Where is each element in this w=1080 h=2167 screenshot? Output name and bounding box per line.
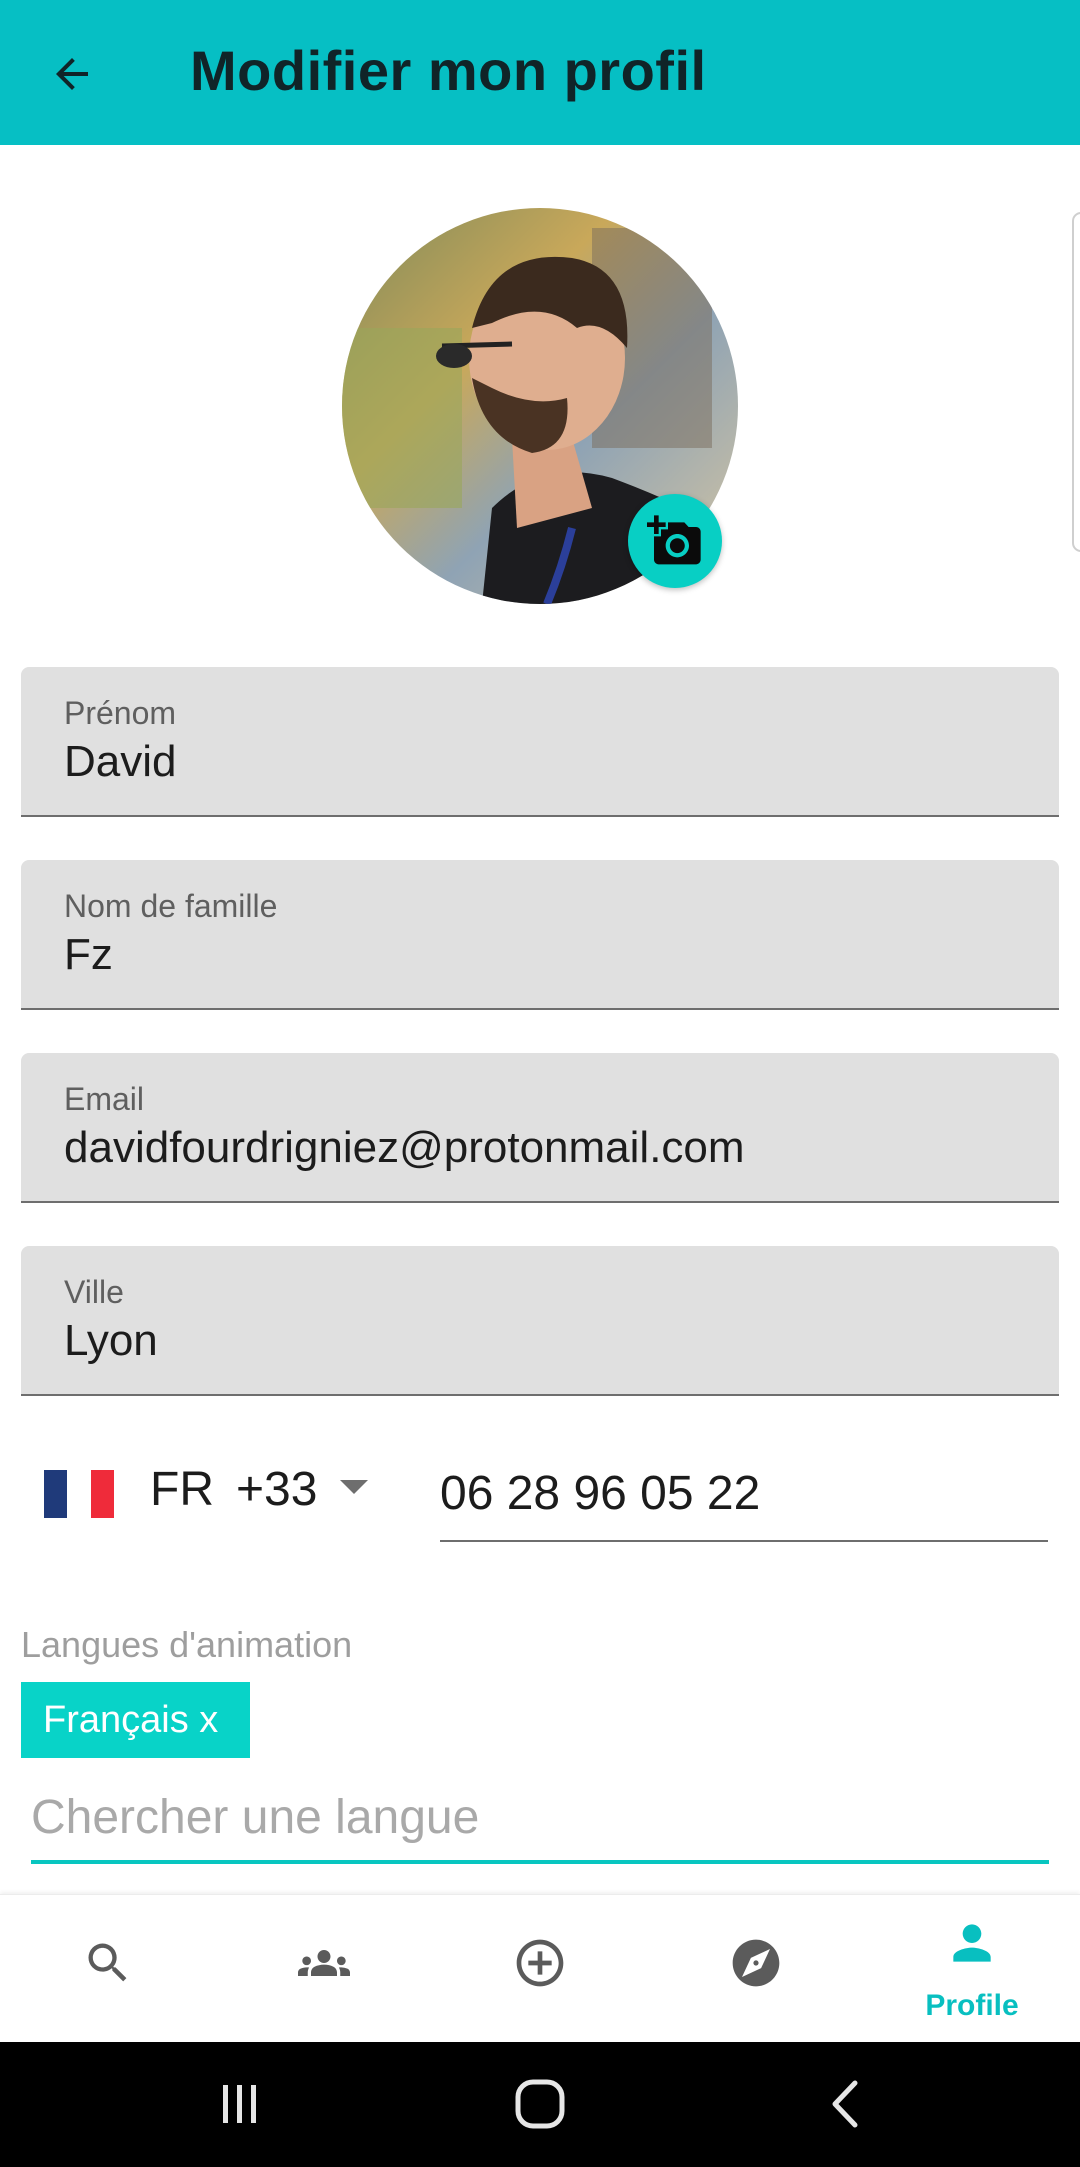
france-flag-icon[interactable]: [44, 1470, 114, 1518]
language-chip[interactable]: Français x: [21, 1682, 251, 1758]
home-icon: [515, 2079, 565, 2129]
nav-item-groups[interactable]: [216, 1895, 432, 2043]
change-photo-button[interactable]: [628, 494, 722, 588]
search-icon: [80, 1935, 136, 1991]
home-button[interactable]: [490, 2064, 590, 2144]
back-button[interactable]: [30, 32, 114, 116]
recents-icon: [223, 2085, 256, 2123]
last-name-field[interactable]: Nom de famille Fz: [21, 860, 1059, 1010]
language-search-placeholder: Chercher une langue: [31, 1791, 480, 1844]
chevron-down-icon[interactable]: [340, 1480, 368, 1494]
languages-label: Langues d'animation: [21, 1624, 353, 1665]
first-name-value[interactable]: David: [64, 737, 177, 787]
nav-item-explore[interactable]: [648, 1895, 864, 2043]
nav-item-add[interactable]: [432, 1895, 648, 2043]
add-photo-icon: [647, 515, 701, 565]
scroll-indicator: [1072, 212, 1080, 552]
email-label: Email: [64, 1081, 145, 1117]
nav-label-profile: Profile: [925, 1989, 1019, 2022]
first-name-label: Prénom: [64, 695, 177, 731]
first-name-field[interactable]: Prénom David: [21, 667, 1059, 817]
profile-photo[interactable]: [342, 208, 738, 604]
back-icon: [832, 2080, 858, 2128]
email-value[interactable]: davidfourdrigniez@protonmail.com: [64, 1123, 745, 1173]
explore-icon: [728, 1935, 784, 1991]
phone-input[interactable]: 06 28 96 05 22: [440, 1466, 1048, 1542]
city-value[interactable]: Lyon: [64, 1316, 158, 1366]
system-navigation-bar: [0, 2042, 1080, 2167]
last-name-value[interactable]: Fz: [64, 930, 113, 980]
language-search-input[interactable]: Chercher une langue: [31, 1790, 1049, 1864]
nav-item-profile[interactable]: Profile: [864, 1895, 1080, 2043]
phone-row: FR +33 06 28 96 05 22: [0, 1440, 1080, 1560]
phone-value[interactable]: 06 28 96 05 22: [440, 1466, 760, 1521]
country-code[interactable]: FR: [150, 1462, 214, 1517]
city-label: Ville: [64, 1274, 124, 1310]
groups-icon: [296, 1935, 352, 1991]
last-name-label: Nom de famille: [64, 888, 278, 924]
city-field[interactable]: Ville Lyon: [21, 1246, 1059, 1396]
app-bar: Modifier mon profil: [0, 0, 1080, 145]
bottom-navigation: Profile: [0, 1894, 1080, 2042]
person-icon: [944, 1915, 1000, 1971]
nav-item-search[interactable]: [0, 1895, 216, 2043]
dial-code[interactable]: +33: [236, 1462, 317, 1517]
recents-button[interactable]: [190, 2064, 290, 2144]
email-field[interactable]: Email davidfourdrigniez@protonmail.com: [21, 1053, 1059, 1203]
page-title: Modifier mon profil: [190, 39, 707, 102]
system-back-button[interactable]: [795, 2064, 895, 2144]
add-circle-icon: [512, 1935, 568, 1991]
arrow-back-icon: [56, 58, 88, 90]
